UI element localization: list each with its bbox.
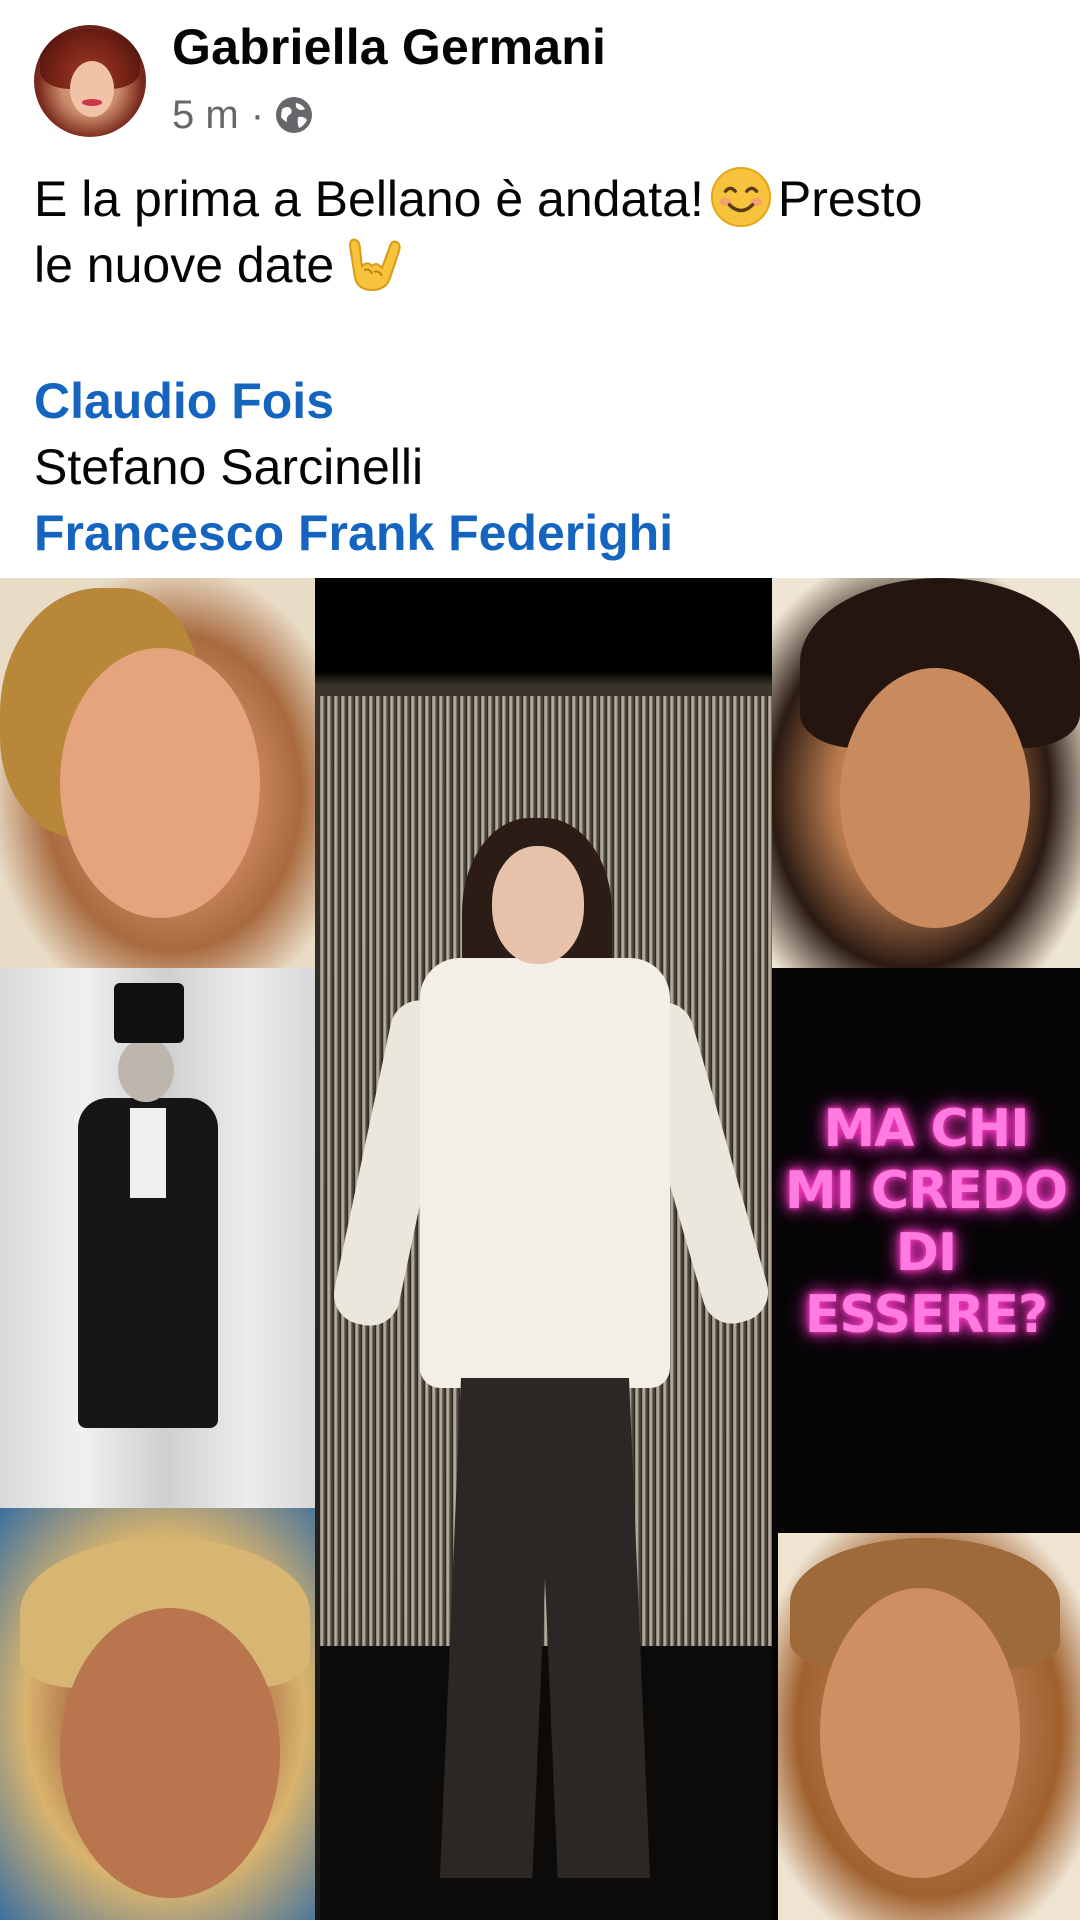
post-text-line-1: E la prima a Bellano è andata! Presto [34,166,1054,232]
caricature-face-1 [60,648,260,918]
neon-line-3: DI [895,1223,958,1283]
caricature-face-2 [840,668,1030,928]
post-text-line-2: le nuove date [34,232,1054,298]
neon-line-1: MA CHI [823,1099,1029,1159]
caricature-face-3 [60,1608,280,1898]
performer-face [492,846,584,964]
post-text-segment-2: Presto [777,171,923,227]
boy-top-hat [114,983,184,1043]
rock-on-hand-icon [349,238,401,292]
boy-face [118,1038,174,1102]
tag-stefano-sarcinelli: Stefano Sarcinelli [34,439,424,495]
caricature-face-4 [820,1588,1020,1878]
author-name[interactable]: Gabriella Germani [172,18,606,76]
author-avatar[interactable] [34,25,146,137]
tag-claudio-fois[interactable]: Claudio Fois [34,368,334,434]
performer-shirt [420,958,670,1388]
avatar-lips [82,99,102,106]
post-meta: 5 m · [172,90,314,140]
tag-francesco-frank-federighi[interactable]: Francesco Frank Federighi [34,500,673,566]
neon-title: MA CHI MI CREDO DI ESSERE? [772,1098,1080,1346]
post-text-segment-3: le nuove date [34,237,335,293]
post-text-segment-1: E la prima a Bellano è andata! [34,171,704,227]
post-photo[interactable]: MA CHI MI CREDO DI ESSERE? [0,578,1080,1920]
neon-line-2: MI CREDO [784,1161,1068,1221]
stage-floor [320,1646,772,1920]
globe-icon [276,97,313,133]
neon-line-4: ESSERE? [804,1285,1048,1345]
facebook-post: Gabriella Germani 5 m · E la prima a Bel… [0,0,1080,1920]
post-timestamp[interactable]: 5 m [172,93,239,138]
boy-shirt [130,1108,166,1198]
post-text: E la prima a Bellano è andata! Presto le… [34,166,1054,298]
smiling-face-icon [710,166,771,228]
meta-separator: · [250,92,265,137]
avatar-face [70,61,114,117]
post-header: Gabriella Germani 5 m · [0,0,1080,150]
